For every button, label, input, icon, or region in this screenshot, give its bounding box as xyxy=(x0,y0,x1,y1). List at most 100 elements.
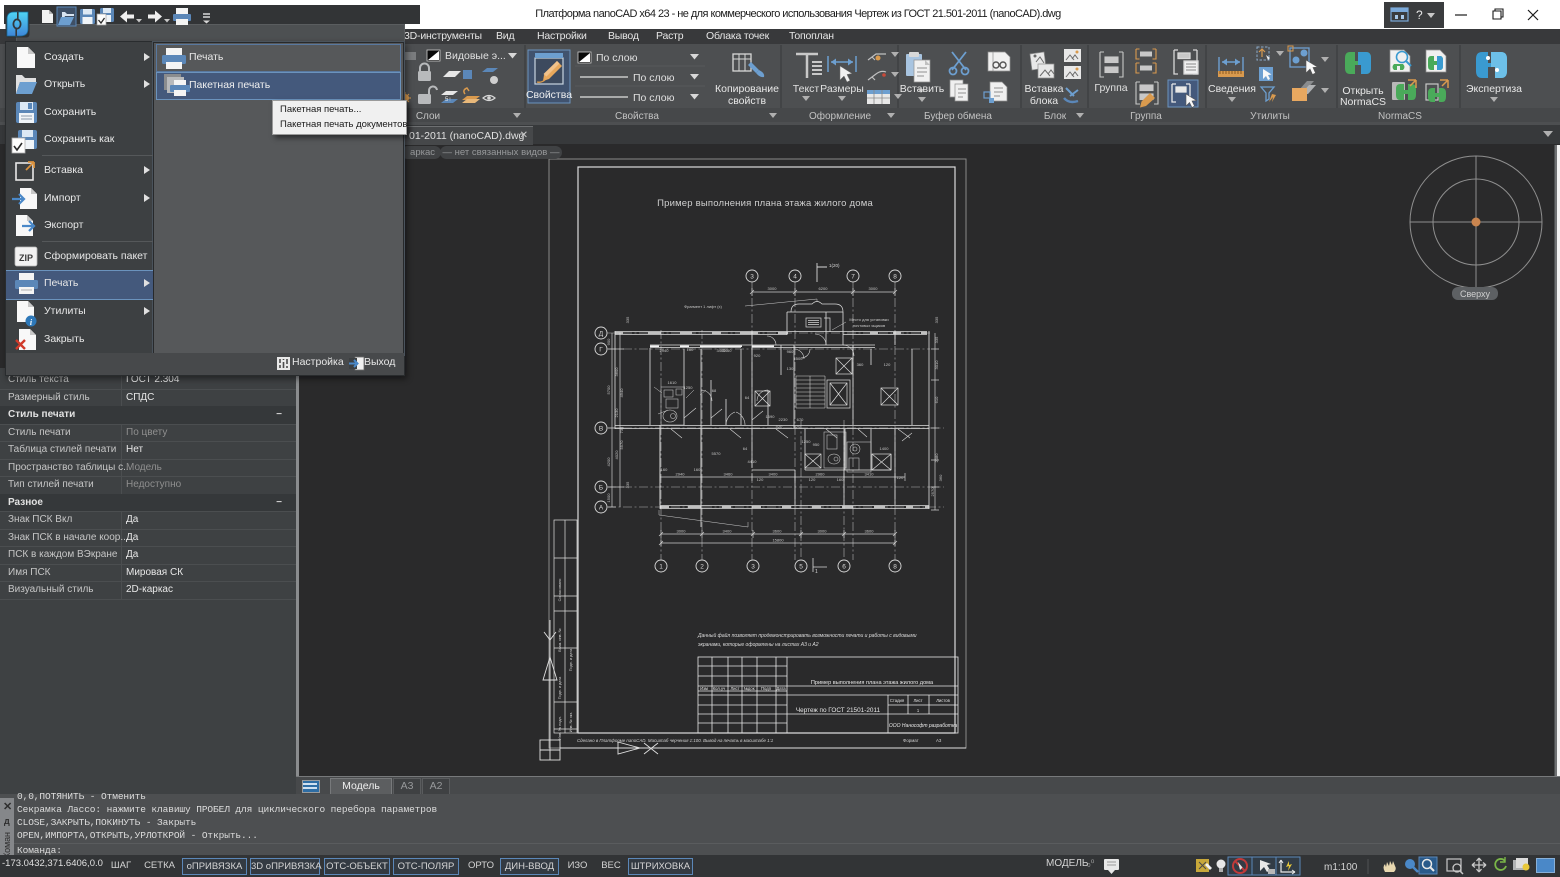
svg-text:ООО Нанософт разработка: ООО Нанософт разработка xyxy=(889,723,957,729)
svg-text:По слою: По слою xyxy=(633,72,675,84)
svg-text:Буфер обмена: Буфер обмена xyxy=(924,110,992,122)
svg-text:Подп. и дата: Подп. и дата xyxy=(569,648,573,671)
svg-text:1250: 1250 xyxy=(802,439,812,444)
svg-text:360: 360 xyxy=(857,362,864,367)
svg-text:130: 130 xyxy=(787,366,794,371)
svg-text:Данный файл позволяет продемон: Данный файл позволяет продемонстрировать… xyxy=(697,632,917,639)
svg-text:Листов: Листов xyxy=(936,698,950,703)
svg-text:2: 2 xyxy=(700,564,704,571)
svg-text:Экспертиза: Экспертиза xyxy=(1466,83,1522,95)
svg-text:По слою: По слою xyxy=(596,52,638,64)
svg-text:2960: 2960 xyxy=(816,472,826,477)
svg-text:Размеры: Размеры xyxy=(820,83,864,95)
svg-text:1500: 1500 xyxy=(794,356,804,361)
svg-text:2230: 2230 xyxy=(779,417,789,422)
svg-text:360: 360 xyxy=(938,474,943,481)
svg-text:3400: 3400 xyxy=(723,529,733,534)
svg-text:335: 335 xyxy=(934,336,939,343)
svg-text:Слои: Слои xyxy=(416,111,440,122)
svg-text:15800: 15800 xyxy=(772,538,784,543)
svg-text:Лист: Лист xyxy=(913,698,922,703)
svg-text:m1:100: m1:100 xyxy=(1324,862,1358,873)
svg-text:Вставка: Вставка xyxy=(1024,83,1063,95)
svg-text:4410: 4410 xyxy=(748,459,758,464)
svg-text:А3: А3 xyxy=(936,738,942,743)
svg-text:Пример выполнения плана этажа: Пример выполнения плана этажа жилого дом… xyxy=(657,198,873,209)
svg-text:3000: 3000 xyxy=(818,529,828,534)
svg-text:Свойства: Свойства xyxy=(615,111,659,122)
svg-text:Копирование: Копирование xyxy=(715,83,779,95)
svg-text:670: 670 xyxy=(797,417,804,422)
svg-text:Фрагмент 1 лифт (х): Фрагмент 1 лифт (х) xyxy=(684,304,722,309)
svg-text:3460: 3460 xyxy=(724,472,734,477)
svg-text:2570: 2570 xyxy=(930,487,935,497)
svg-text:почтовых ящиков: почтовых ящиков xyxy=(853,323,885,328)
svg-text:Б: Б xyxy=(599,485,603,492)
svg-text:8: 8 xyxy=(893,564,897,571)
svg-text:160: 160 xyxy=(694,467,701,472)
svg-text:Согласовано: Согласовано xyxy=(558,579,562,602)
svg-text:№док: №док xyxy=(743,686,754,691)
svg-text:Утилиты: Утилиты xyxy=(1250,111,1290,122)
svg-text:920: 920 xyxy=(754,353,761,358)
svg-text:6: 6 xyxy=(842,564,846,571)
svg-text:3460: 3460 xyxy=(717,348,727,353)
svg-text:Подп: Подп xyxy=(761,686,771,691)
svg-text:ZIP: ZIP xyxy=(19,253,33,263)
svg-text:1400: 1400 xyxy=(880,446,890,451)
svg-text:3: 3 xyxy=(751,564,755,571)
svg-text:1: 1 xyxy=(917,708,920,713)
svg-text:5570: 5570 xyxy=(619,440,624,450)
svg-text:64: 64 xyxy=(743,446,748,451)
svg-text:160: 160 xyxy=(837,477,844,482)
svg-text:Взам. инв. №: Взам. инв. № xyxy=(558,628,562,652)
svg-text:4020: 4020 xyxy=(614,450,619,460)
svg-text:Формат: Формат xyxy=(903,738,919,743)
svg-text:Изм: Изм xyxy=(700,686,708,691)
svg-text:120: 120 xyxy=(897,475,904,480)
svg-text:Лист: Лист xyxy=(730,686,739,691)
svg-text:Свойства: Свойства xyxy=(526,89,572,101)
svg-text:Сведения: Сведения xyxy=(1208,83,1256,95)
svg-text:120: 120 xyxy=(884,362,891,367)
svg-text:3600: 3600 xyxy=(865,529,875,534)
svg-text:1610: 1610 xyxy=(668,380,678,385)
svg-text:160: 160 xyxy=(661,467,668,472)
svg-text:Подп. и дата: Подп. и дата xyxy=(558,676,562,699)
svg-text:735: 735 xyxy=(619,426,624,433)
svg-text:А: А xyxy=(599,505,604,512)
svg-text:120: 120 xyxy=(757,477,764,482)
svg-text:3600: 3600 xyxy=(773,529,783,534)
svg-text:В: В xyxy=(599,426,603,433)
svg-text:По слою: По слою xyxy=(633,92,675,104)
svg-text:Блок: Блок xyxy=(1044,111,1067,122)
svg-text:Сверху: Сверху xyxy=(1460,289,1491,299)
svg-text:335: 335 xyxy=(625,481,630,488)
svg-text:5570: 5570 xyxy=(712,451,722,456)
svg-text:NormaCS: NormaCS xyxy=(1340,96,1386,108)
svg-text:Чертеж по ГОСТ 21501-2011: Чертеж по ГОСТ 21501-2011 xyxy=(796,707,881,714)
svg-text:Инв. № экз.: Инв. № экз. xyxy=(569,712,573,733)
svg-text:610: 610 xyxy=(934,396,939,403)
svg-text:Дата: Дата xyxy=(776,686,786,691)
svg-text:4: 4 xyxy=(793,274,797,281)
svg-text:2940: 2940 xyxy=(676,472,686,477)
svg-text:блока: блока xyxy=(1030,95,1058,107)
svg-text:Группа: Группа xyxy=(1130,111,1162,122)
svg-text:Пример выполнения плана этажа: Пример выполнения плана этажа жилого дом… xyxy=(811,680,934,686)
svg-text:3000: 3000 xyxy=(869,286,879,291)
svg-text:3400: 3400 xyxy=(769,472,779,477)
svg-text:Сделано в Платформе nanoCAD. М: Сделано в Платформе nanoCAD. Масштаб чер… xyxy=(577,738,774,743)
svg-text:1250: 1250 xyxy=(684,385,694,390)
svg-text:3010: 3010 xyxy=(934,360,939,370)
svg-text:1690: 1690 xyxy=(766,414,776,419)
svg-text:Текст: Текст xyxy=(793,83,820,95)
svg-text:335: 335 xyxy=(625,316,630,323)
svg-text:3000: 3000 xyxy=(768,286,778,291)
svg-text:8: 8 xyxy=(893,274,897,281)
svg-text:1: 1 xyxy=(815,569,818,575)
svg-text:7: 7 xyxy=(851,274,855,281)
svg-text:Оформление: Оформление xyxy=(809,110,872,122)
svg-text:5700: 5700 xyxy=(606,385,611,395)
svg-text:3000: 3000 xyxy=(677,529,687,534)
